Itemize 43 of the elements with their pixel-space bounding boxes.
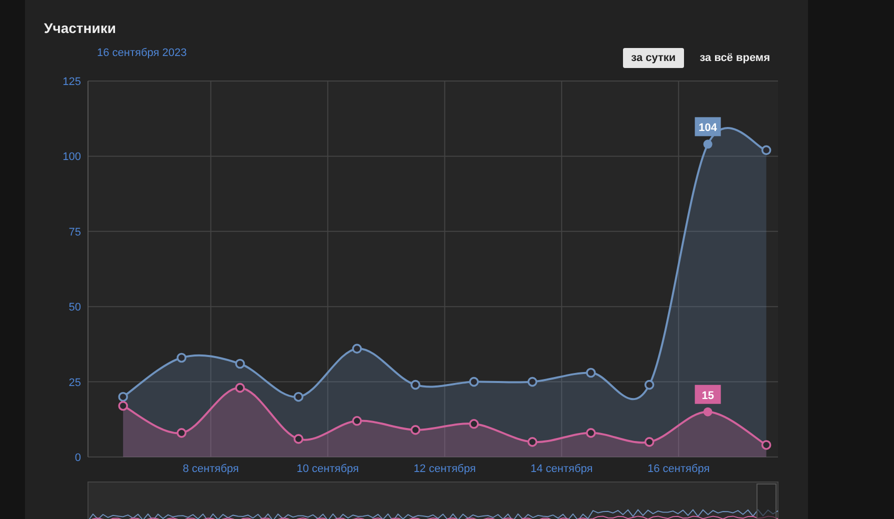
- tooltip-value: 15: [702, 390, 714, 402]
- data-point: [294, 392, 304, 402]
- data-point: [528, 437, 538, 447]
- data-point: [644, 437, 654, 447]
- date-label: 16 сентября 2023: [97, 46, 187, 60]
- data-point: [410, 425, 420, 435]
- data-point: [586, 428, 596, 438]
- period-tab[interactable]: за сутки: [623, 48, 684, 68]
- y-axis-label: 0: [74, 452, 81, 464]
- data-point: [352, 344, 362, 354]
- data-point: [644, 380, 654, 390]
- period-tab[interactable]: за всё время: [692, 48, 778, 68]
- data-point: [410, 380, 420, 390]
- x-axis-label: 8 сентября: [182, 463, 239, 475]
- highlighted-point: [703, 407, 712, 416]
- data-point: [469, 419, 479, 429]
- y-axis-label: 25: [68, 376, 81, 389]
- data-point: [469, 376, 479, 387]
- x-axis-label: 12 сентября: [414, 463, 476, 475]
- data-point: [235, 358, 245, 369]
- x-axis-label: 16 сентября: [647, 463, 710, 475]
- x-axis-label: 10 сентября: [296, 463, 359, 475]
- y-axis-label: 50: [68, 302, 81, 314]
- y-axis-label: 125: [62, 76, 81, 88]
- data-point: [176, 428, 186, 438]
- data-point: [235, 382, 245, 393]
- panel-title: Участники: [44, 19, 117, 38]
- data-point: [176, 352, 186, 363]
- highlighted-point: [703, 140, 712, 149]
- tooltip-value: 104: [698, 122, 717, 134]
- data-point: [352, 416, 362, 426]
- data-point: [586, 368, 596, 378]
- data-point: [761, 440, 772, 450]
- y-axis-label: 100: [62, 151, 81, 164]
- data-point: [528, 376, 538, 387]
- data-point: [761, 145, 772, 156]
- data-point: [118, 392, 128, 402]
- value-tooltip: [694, 384, 721, 404]
- value-tooltip: [694, 117, 721, 136]
- y-axis-label: 75: [68, 226, 81, 238]
- data-point: [294, 434, 304, 444]
- data-point: [118, 400, 128, 411]
- x-axis-label: 14 сентября: [530, 463, 593, 475]
